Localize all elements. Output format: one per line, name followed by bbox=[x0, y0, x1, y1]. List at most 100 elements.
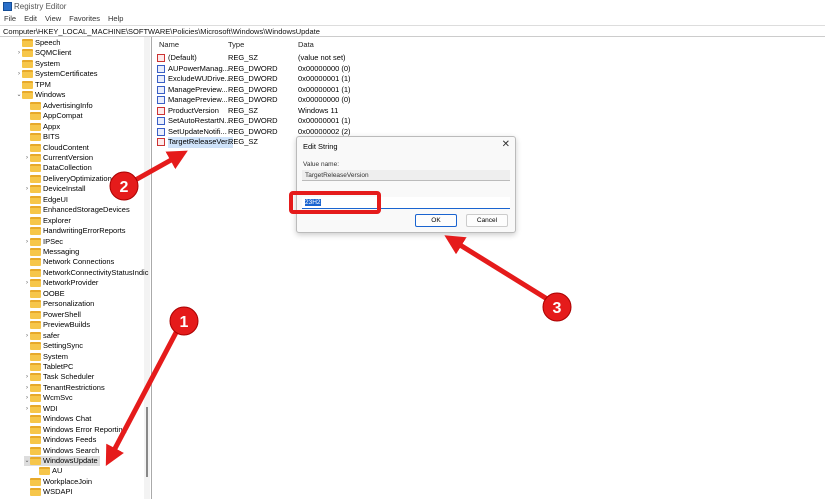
tree-item[interactable]: AppCompat bbox=[24, 111, 138, 121]
tree-item[interactable]: Windows Chat bbox=[24, 414, 138, 424]
tree-item-label: EdgeUI bbox=[43, 194, 69, 204]
binary-value-icon bbox=[157, 96, 165, 105]
tree-item-label: DeliveryOptimization bbox=[43, 173, 112, 183]
menu-help[interactable]: Help bbox=[104, 13, 127, 25]
binary-value-icon bbox=[157, 75, 165, 84]
tree-item[interactable]: System bbox=[24, 352, 138, 362]
tree-item[interactable]: BITS bbox=[24, 132, 138, 142]
tree-item[interactable]: Speech bbox=[16, 38, 138, 48]
tree-item[interactable]: Explorer bbox=[24, 216, 138, 226]
column-header-data[interactable]: Data bbox=[298, 40, 314, 49]
value-type: REG_SZ bbox=[228, 137, 259, 147]
tree-item[interactable]: › IPSec bbox=[24, 237, 138, 247]
tree-item[interactable]: Appx bbox=[24, 122, 138, 132]
column-header-type[interactable]: Type bbox=[228, 40, 244, 49]
tree-item[interactable]: Windows Feeds bbox=[24, 435, 138, 445]
tree-item[interactable]: › TenantRestrictions bbox=[24, 383, 138, 393]
binary-value-icon bbox=[157, 117, 165, 126]
tree-item-label: EnhancedStorageDevices bbox=[43, 205, 130, 215]
binary-value-icon bbox=[157, 127, 165, 136]
tree-item[interactable]: › SystemCertificates bbox=[16, 69, 138, 79]
tree-item[interactable]: DataCollection bbox=[24, 163, 138, 173]
folder-icon bbox=[30, 394, 41, 403]
folder-icon bbox=[22, 39, 33, 47]
tree-item[interactable]: TabletPC bbox=[24, 362, 138, 372]
value-name: ExcludeWUDrive... bbox=[168, 74, 231, 84]
scrollbar-thumb[interactable] bbox=[146, 407, 148, 477]
value-data-text: 23H2 bbox=[305, 199, 321, 206]
tree-item[interactable]: AU bbox=[33, 466, 138, 476]
folder-icon bbox=[30, 101, 41, 110]
tree-item[interactable]: EdgeUI bbox=[24, 195, 138, 205]
tree-item[interactable]: AdvertisingInfo bbox=[24, 101, 138, 111]
list-row[interactable]: ManagePreview... REG_DWORD 0x00000000 (0) bbox=[154, 95, 454, 106]
tree-item[interactable]: CloudContent bbox=[24, 143, 138, 153]
tree-item-label: Explorer bbox=[43, 215, 71, 225]
list-row[interactable]: SetAutoRestartN... REG_DWORD 0x00000001 (1… bbox=[154, 116, 454, 127]
tree-item-label: Personalization bbox=[43, 299, 95, 309]
list-row[interactable]: ProductVersion REG_SZ Windows 11 bbox=[154, 106, 454, 117]
tree-item[interactable]: Network Connections bbox=[24, 257, 138, 267]
menu-file[interactable]: File bbox=[0, 13, 20, 25]
close-icon[interactable]: ✕ bbox=[502, 139, 510, 150]
list-row[interactable]: (Default) REG_SZ (value not set) bbox=[154, 53, 454, 64]
tree-item[interactable]: DeliveryOptimization bbox=[24, 174, 138, 184]
tree-item[interactable]: › SQMClient bbox=[16, 48, 138, 58]
folder-icon bbox=[30, 279, 41, 288]
column-header-name[interactable]: Name bbox=[159, 40, 179, 49]
tree-item-label: TPM bbox=[35, 79, 51, 89]
tree-item[interactable]: PreviewBuilds bbox=[24, 320, 138, 330]
tree-item[interactable]: System bbox=[16, 59, 138, 69]
tree-item-label: CurrentVersion bbox=[43, 152, 94, 162]
tree-item[interactable]: TPM bbox=[16, 80, 138, 90]
tree-item[interactable]: OOBE bbox=[24, 289, 138, 299]
tree-item[interactable]: › CurrentVersion bbox=[24, 153, 138, 163]
folder-icon bbox=[30, 164, 41, 173]
menu-edit[interactable]: Edit bbox=[20, 13, 41, 25]
tree-item[interactable]: NetworkConnectivityStatusIndic bbox=[24, 268, 148, 278]
tree-item[interactable]: Windows Search bbox=[24, 446, 138, 456]
tree-item[interactable]: › NetworkProvider bbox=[24, 278, 138, 288]
tree-item-label: Windows Feeds bbox=[43, 435, 97, 445]
tree-item[interactable]: › WcmSvc bbox=[24, 393, 138, 403]
folder-icon bbox=[30, 185, 41, 194]
value-data-input[interactable]: 23H2 bbox=[302, 197, 510, 209]
tree-item[interactable]: › Task Scheduler bbox=[24, 372, 138, 382]
tree-item-label: Windows bbox=[35, 90, 66, 100]
tree-item[interactable]: HandwritingErrorReports bbox=[24, 226, 138, 236]
folder-icon bbox=[30, 310, 41, 319]
folder-icon bbox=[30, 477, 41, 486]
tree-item[interactable]: › WDI bbox=[24, 404, 138, 414]
tree-item[interactable]: ⌄ WindowsUpdate bbox=[24, 456, 100, 466]
tree-item[interactable]: SettingSync bbox=[24, 341, 138, 351]
menu-favorites[interactable]: Favorites bbox=[65, 13, 104, 25]
value-type: REG_DWORD bbox=[228, 116, 278, 126]
tree-item[interactable]: WorkplaceJoin bbox=[24, 477, 138, 487]
folder-icon bbox=[30, 342, 41, 351]
tree-item[interactable]: Messaging bbox=[24, 247, 138, 257]
tree-item[interactable]: Personalization bbox=[24, 299, 138, 309]
menu-view[interactable]: View bbox=[41, 13, 65, 25]
string-value-icon bbox=[157, 54, 165, 62]
address-bar[interactable]: Computer\HKEY_LOCAL_MACHINE\SOFTWARE\Pol… bbox=[0, 25, 825, 37]
tree-item[interactable]: EnhancedStorageDevices bbox=[24, 205, 138, 215]
tree-item-label: WDI bbox=[43, 403, 58, 413]
folder-icon bbox=[30, 404, 41, 413]
ok-button[interactable]: OK bbox=[415, 214, 457, 227]
tree-item[interactable]: ⌄ Windows bbox=[16, 90, 138, 100]
list-row[interactable]: ManagePreview... REG_DWORD 0x00000001 (1) bbox=[154, 85, 454, 96]
tree-item[interactable]: WSDAPI bbox=[24, 487, 138, 497]
folder-icon bbox=[30, 174, 41, 183]
value-type: REG_SZ bbox=[228, 105, 259, 115]
list-row[interactable]: ExcludeWUDrive... REG_DWORD 0x00000001 (1) bbox=[154, 74, 454, 85]
tree-item-label: WcmSvc bbox=[43, 393, 73, 403]
string-value-icon bbox=[157, 106, 165, 115]
tree-item[interactable]: › safer bbox=[24, 331, 138, 341]
folder-icon bbox=[22, 59, 33, 68]
cancel-button[interactable]: Cancel bbox=[466, 214, 508, 227]
list-row[interactable]: AUPowerManag... REG_DWORD 0x00000000 (0) bbox=[154, 64, 454, 75]
tree-item[interactable]: › DeviceInstall bbox=[24, 184, 138, 194]
tree-item[interactable]: PowerShell bbox=[24, 310, 138, 320]
folder-icon bbox=[30, 321, 41, 330]
tree-item[interactable]: Windows Error Reporting bbox=[24, 425, 138, 435]
